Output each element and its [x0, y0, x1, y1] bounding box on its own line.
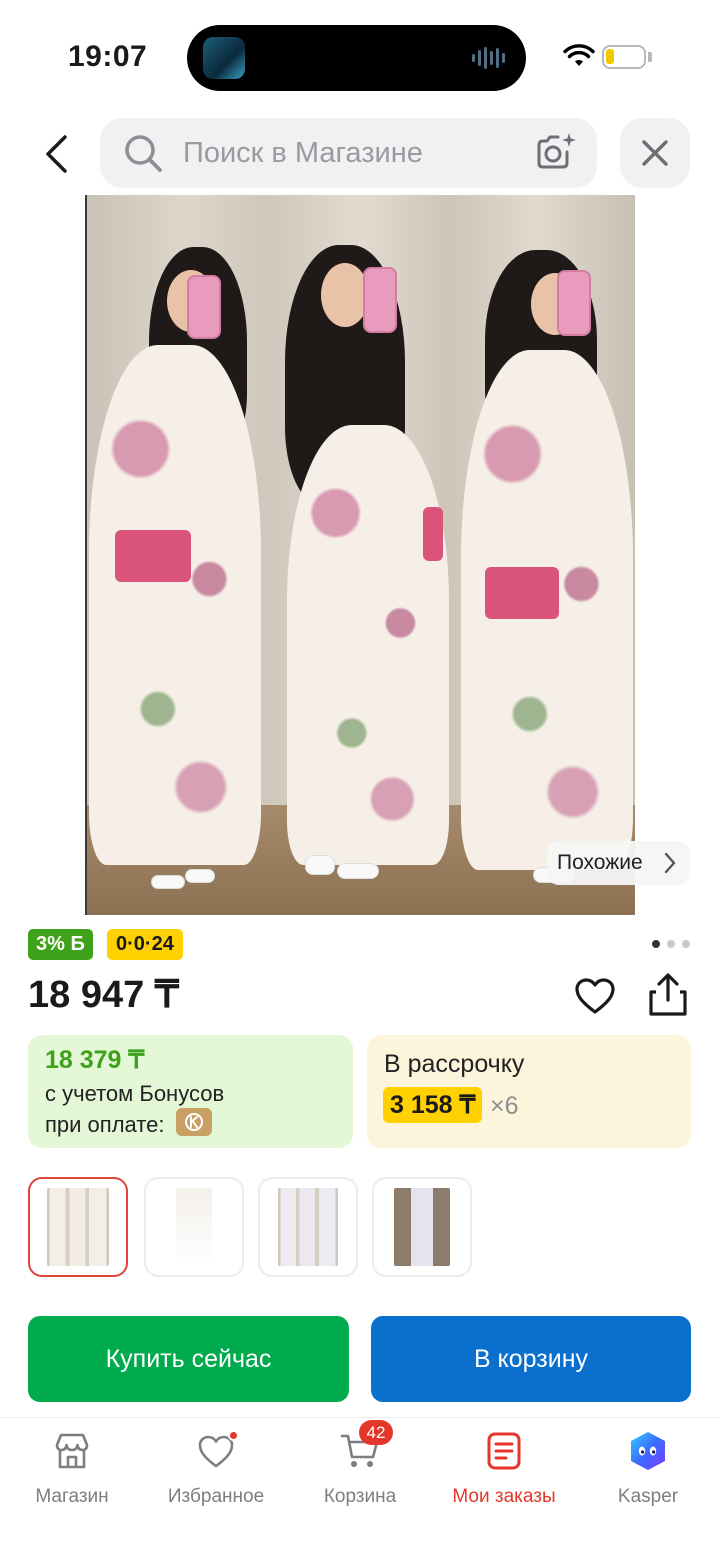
model-figure-right	[457, 195, 635, 915]
similar-products-button[interactable]: Похожие	[547, 841, 690, 885]
camera-search-icon[interactable]	[533, 130, 577, 174]
close-icon	[642, 140, 668, 166]
thumbnail[interactable]	[144, 1177, 244, 1277]
page-dot	[682, 940, 690, 948]
tab-cart[interactable]: 42 Корзина	[288, 1418, 432, 1528]
search-icon	[125, 135, 162, 172]
cart-icon: 42	[339, 1420, 393, 1472]
battery-icon	[602, 45, 646, 69]
product-price: 18 947 ₸	[28, 974, 179, 1016]
thumbnail-image	[176, 1188, 212, 1266]
kasper-icon	[627, 1430, 669, 1472]
heart-icon	[196, 1430, 239, 1472]
payment-method-icon	[176, 1108, 212, 1136]
installment-badge: 0·0·24	[107, 929, 183, 960]
tab-label: Избранное	[167, 1486, 265, 1507]
installment-months: ×6	[490, 1092, 519, 1120]
orders-icon	[486, 1430, 522, 1472]
back-button[interactable]	[28, 122, 84, 186]
tab-kasper[interactable]: Kasper	[576, 1418, 720, 1528]
search-placeholder: Поиск в Магазине	[183, 137, 423, 169]
battery-cap	[648, 52, 652, 62]
wifi-icon	[563, 44, 595, 66]
bonus-price-card[interactable]: 18 379 ₸ с учетом Бонусов при оплате:	[28, 1035, 353, 1148]
model-figure-center	[265, 195, 460, 915]
close-button[interactable]	[620, 118, 690, 188]
similar-label: Похожие	[557, 851, 643, 874]
cart-count-badge: 42	[359, 1420, 393, 1445]
audio-wave-icon	[472, 47, 505, 69]
thumbnail[interactable]	[258, 1177, 358, 1277]
chevron-right-icon	[664, 852, 676, 874]
tab-label: Корзина	[323, 1486, 397, 1507]
thumbnail[interactable]	[28, 1177, 128, 1277]
thumbnail-image	[47, 1188, 109, 1266]
share-button[interactable]	[646, 972, 690, 1023]
tab-label: Kasper	[617, 1486, 679, 1507]
dynamic-island	[187, 25, 526, 91]
tab-label: Магазин	[35, 1486, 109, 1507]
thumbnail-image	[394, 1188, 450, 1266]
product-image[interactable]	[85, 195, 635, 915]
page-dot	[652, 940, 660, 948]
bonus-note-line2: при оплате:	[45, 1112, 165, 1137]
product-description-cut	[28, 1297, 348, 1305]
bonus-price-value: 18 379 ₸	[45, 1046, 145, 1074]
thumbnail-image	[278, 1188, 338, 1266]
gallery-page-indicator	[652, 940, 690, 948]
tab-my-orders[interactable]: Мои заказы	[432, 1418, 576, 1528]
tab-favorites[interactable]: Избранное	[144, 1418, 288, 1528]
buy-now-button[interactable]: Купить сейчас	[28, 1316, 349, 1402]
tab-label: Мои заказы	[452, 1486, 556, 1507]
thumbnail[interactable]	[372, 1177, 472, 1277]
share-icon	[649, 973, 687, 1016]
status-time: 19:07	[68, 40, 148, 73]
tab-store[interactable]: Магазин	[0, 1418, 144, 1528]
model-figure-left	[87, 195, 267, 915]
installment-amount: 3 158 ₸	[383, 1087, 483, 1123]
search-input[interactable]: Поиск в Магазине	[100, 118, 597, 188]
installment-title: В рассрочку	[384, 1050, 525, 1078]
heart-outline-icon	[575, 978, 615, 1014]
now-playing-app-icon	[203, 37, 245, 79]
favorite-button[interactable]	[573, 974, 617, 1023]
page-dot	[667, 940, 675, 948]
bottom-navigation: Магазин Избранное 42 Корзина Мои заказы	[0, 1417, 720, 1565]
installment-card[interactable]: В рассрочку 3 158 ₸ ×6	[367, 1035, 691, 1148]
bonus-note-line1: с учетом Бонусов	[45, 1081, 225, 1106]
store-icon	[52, 1430, 92, 1472]
notification-dot	[228, 1430, 239, 1441]
bonus-badge: 3% Б	[28, 929, 93, 960]
back-arrow-icon	[46, 135, 67, 173]
add-to-cart-button[interactable]: В корзину	[371, 1316, 691, 1402]
